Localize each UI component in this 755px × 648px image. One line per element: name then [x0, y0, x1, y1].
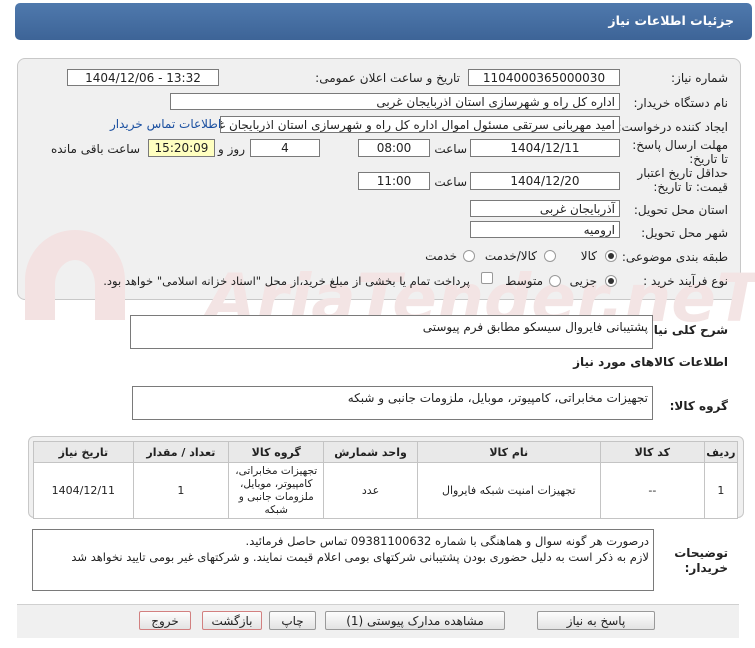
buyer-label: نام دستگاه خریدار:	[633, 96, 729, 110]
deadline-date-field: 1404/12/11	[470, 139, 620, 157]
process-label: نوع فرآیند خرید :	[643, 274, 728, 288]
page-title: جزئیات اطلاعات نیاز	[608, 13, 734, 28]
cell-unit: عدد	[323, 462, 418, 519]
col-group: گروه کالا	[228, 441, 325, 463]
col-quantity: تعداد / مقدار	[132, 441, 230, 463]
category-service-label: خدمت	[425, 249, 457, 263]
cell-name: تجهیزات امنیت شبکه فایروال	[416, 462, 601, 519]
deadline-time-label: ساعت	[434, 142, 467, 156]
description-label: شرح کلی نیاز:	[642, 323, 728, 337]
col-date: تاریخ نیاز	[33, 441, 134, 463]
announce-label: تاریخ و ساعت اعلان عمومی:	[315, 71, 460, 85]
deadline-label: مهلت ارسال پاسخ: تا تاریخ:	[632, 138, 728, 166]
notes-label: توضیحات خریدار:	[674, 546, 728, 575]
process-minor-radio[interactable]	[605, 275, 617, 287]
notes-line-2: لازم به ذکر است به دلیل حضوری بودن پشتیب…	[71, 550, 649, 564]
description-field: پشتیبانی فایروال سیسکو مطابق فرم پیوستی	[130, 315, 653, 349]
process-medium-radio[interactable]	[549, 275, 561, 287]
announce-field: 1404/12/06 - 13:32	[67, 69, 219, 86]
table-header-row: ردیف کد کالا نام کالا واحد شمارش گروه کا…	[33, 441, 739, 463]
cell-group: تجهیزات مخابراتی، کامپیوتر، موبایل، ملزو…	[228, 462, 325, 519]
payment-note: پرداخت تمام یا بخشی از مبلغ خرید،از محل …	[103, 274, 470, 288]
col-row: ردیف	[703, 441, 739, 463]
title-bar: جزئیات اطلاعات نیاز	[15, 3, 752, 40]
process-minor-label: جزیی	[569, 274, 597, 288]
cell-code: --	[599, 462, 705, 519]
creator-label: ایجاد کننده درخواست:	[617, 120, 728, 134]
back-button[interactable]: بازگشت	[202, 611, 262, 630]
deadline-time-field: 08:00	[358, 139, 430, 157]
validity-time-label: ساعت	[434, 175, 467, 189]
remaining-time-field: 15:20:09	[148, 139, 215, 157]
contact-info-link[interactable]: اطلاعات تماس خریدار	[110, 117, 221, 131]
buyer-field: اداره کل راه و شهرسازی استان اذربایجان غ…	[170, 93, 620, 110]
cell-date: 1404/12/11	[33, 462, 134, 519]
table-row: 1 -- تجهیزات امنیت شبکه فایروال عدد تجهی…	[33, 462, 739, 519]
days-field: 4	[250, 139, 320, 157]
print-button[interactable]: چاپ	[269, 611, 316, 630]
category-goods-service-radio[interactable]	[544, 250, 556, 262]
province-field: آذربایجان غربی	[470, 200, 620, 217]
need-number-field: 1104000365000030	[468, 69, 620, 86]
city-field: ارومیه	[470, 221, 620, 238]
col-unit: واحد شمارش	[323, 441, 418, 463]
items-table: ردیف کد کالا نام کالا واحد شمارش گروه کا…	[33, 441, 739, 519]
goods-group-field: تجهیزات مخابراتی، کامپیوتر، موبایل، ملزو…	[132, 386, 653, 420]
creator-field: امید مهربانی سرتقی مسئول اموال اداره کل …	[220, 116, 620, 133]
category-goods-radio[interactable]	[605, 250, 617, 262]
province-label: استان محل تحویل:	[633, 203, 728, 217]
validity-label: حداقل تاریخ اعتبار قیمت: تا تاریخ:	[637, 166, 728, 194]
cell-quantity: 1	[132, 462, 230, 519]
cell-row: 1	[703, 462, 739, 519]
days-label: روز و	[218, 142, 245, 156]
validity-date-field: 1404/12/20	[470, 172, 620, 190]
attachments-button[interactable]: مشاهده مدارک پیوستی (1)	[325, 611, 505, 630]
process-medium-label: متوسط	[505, 274, 543, 288]
reply-button[interactable]: پاسخ به نیاز	[537, 611, 655, 630]
col-code: کد کالا	[599, 441, 705, 463]
goods-group-label: گروه کالا:	[669, 399, 728, 413]
need-number-label: شماره نیاز:	[671, 71, 728, 85]
category-service-radio[interactable]	[463, 250, 475, 262]
city-label: شهر محل تحویل:	[641, 226, 728, 240]
category-goods-service-label: کالا/خدمت	[484, 249, 537, 263]
treasury-checkbox[interactable]	[481, 272, 493, 284]
validity-time-field: 11:00	[358, 172, 430, 190]
exit-button[interactable]: خروج	[139, 611, 191, 630]
goods-info-title: اطلاعات کالاهای مورد نیاز	[573, 355, 728, 369]
col-name: نام کالا	[416, 441, 601, 463]
category-goods-label: کالا	[580, 249, 597, 263]
notes-line-1: درصورت هر گونه سوال و هماهنگی با شماره 0…	[245, 534, 649, 548]
remaining-label: ساعت باقی مانده	[50, 142, 140, 156]
notes-field: درصورت هر گونه سوال و هماهنگی با شماره 0…	[32, 529, 654, 591]
category-label: طبقه بندی موضوعی:	[621, 250, 728, 264]
